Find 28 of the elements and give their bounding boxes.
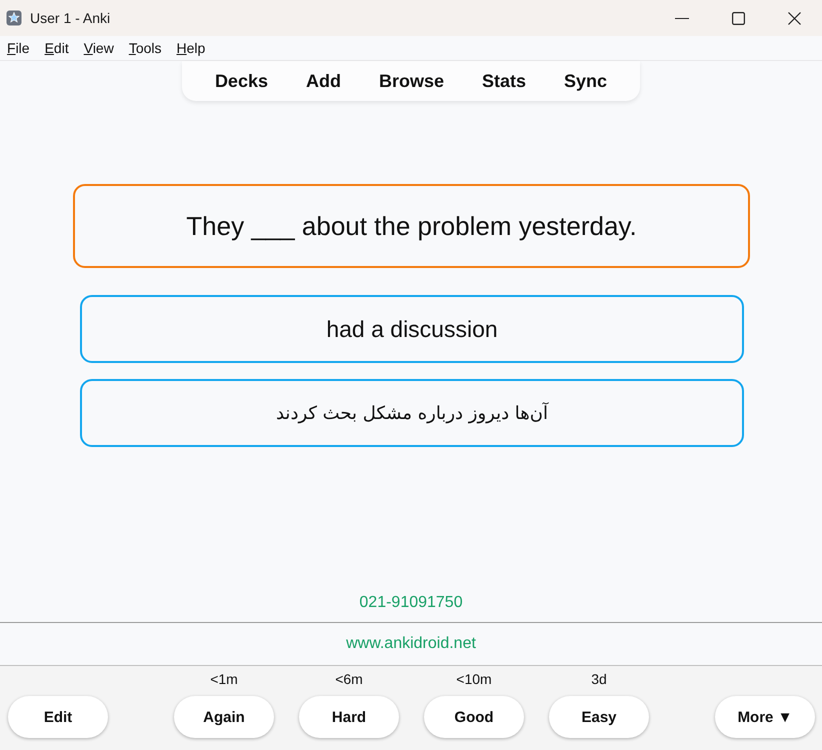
maximize-icon — [732, 12, 744, 24]
answer-button[interactable]: Again — [174, 696, 274, 738]
window-title: User 1 - Anki — [30, 10, 110, 26]
menu-item[interactable]: Tools — [122, 39, 168, 57]
toolbar-link[interactable]: Stats — [463, 70, 546, 92]
question-text: They ___ about the problem yesterday. — [186, 210, 637, 242]
interval-label: 3d — [591, 671, 607, 687]
close-icon — [788, 12, 800, 24]
phone-number: 021-91091750 — [359, 594, 463, 612]
menu-item[interactable]: View — [76, 39, 120, 57]
toolbar-link[interactable]: Decks — [196, 70, 287, 92]
answer-button[interactable]: Easy — [549, 696, 649, 738]
menu-item[interactable]: Edit — [38, 39, 75, 57]
menu-item[interactable]: File — [0, 39, 36, 57]
answer-button[interactable]: Good — [424, 696, 524, 738]
edit-button[interactable]: Edit — [8, 696, 108, 738]
app-icon — [6, 10, 22, 26]
toolbar-link[interactable]: Browse — [360, 70, 464, 92]
toolbar-link[interactable]: Sync — [545, 70, 626, 92]
answer-text: had a discussion — [326, 316, 498, 342]
interval-label: <10m — [456, 671, 492, 687]
answer-text: آن‌ها دیروز درباره مشکل بحث کردند — [276, 402, 548, 424]
menu-item[interactable]: Help — [170, 39, 212, 57]
interval-label: <1m — [210, 671, 238, 687]
interval-label: <6m — [335, 671, 363, 687]
more-button[interactable]: More ▼ — [715, 696, 815, 738]
answer-button[interactable]: Hard — [299, 696, 399, 738]
toolbar-link[interactable]: Add — [286, 70, 360, 92]
